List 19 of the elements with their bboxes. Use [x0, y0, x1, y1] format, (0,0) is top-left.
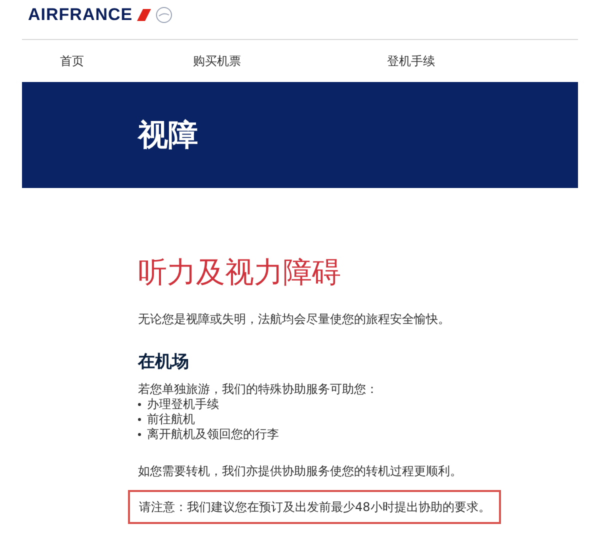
banner-title: 视障	[138, 116, 198, 154]
bullet-icon	[138, 432, 141, 436]
list-item: 离开航机及领回您的行李	[147, 426, 279, 442]
section-title: 在机场	[138, 351, 190, 374]
intro-text: 无论您是视障或失明，法航均会尽量使您的旅程安全愉快。	[138, 311, 451, 328]
page-heading: 听力及视力障碍	[138, 254, 342, 290]
nav-link[interactable]: 首页	[60, 52, 193, 70]
section-lead: 若您单独旅游，我们的特殊协助服务可助您：	[138, 382, 379, 396]
note-text: 请注意：我们建议您在预订及出发前最少48小时提出协助的要求。	[128, 490, 502, 524]
slash-icon	[136, 8, 151, 20]
brand-logo[interactable]: AIRFRANCE	[28, 2, 133, 28]
transfer-text: 如您需要转机，我们亦提供协助服务使您的转机过程更顺利。	[138, 462, 463, 480]
list-item: 前往航机	[147, 412, 195, 426]
emblem-icon	[154, 6, 173, 24]
bullet-icon	[138, 402, 141, 406]
nav-link[interactable]: 购买机票	[193, 52, 387, 70]
bullet-icon	[138, 418, 141, 420]
list-item: 办理登机手续	[147, 396, 219, 412]
nav-link[interactable]: 登机手续	[387, 52, 435, 70]
